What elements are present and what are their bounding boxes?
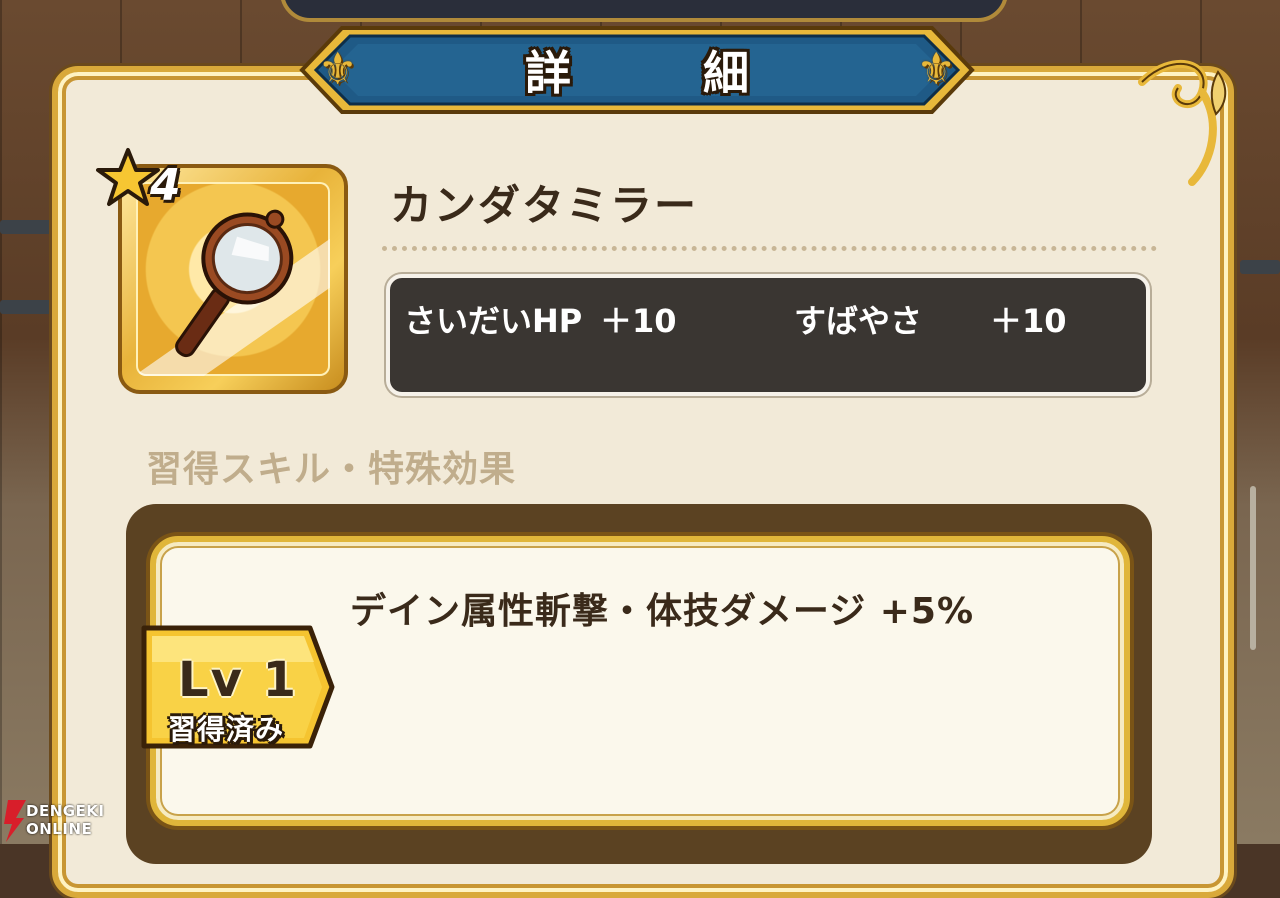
rarity-value: 4 — [150, 160, 181, 211]
divider — [382, 246, 1157, 251]
stats-box: さいだいHP ＋10 すばやさ ＋10 — [386, 274, 1150, 396]
skills-section-heading: 習得スキル・特殊効果 — [146, 449, 517, 490]
item-name: カンダタミラー — [390, 181, 699, 230]
watermark-line2: ONLINE — [26, 820, 93, 838]
skill-effect-text: デイン属性斬撃・体技ダメージ +5% — [350, 591, 975, 632]
fleur-de-lis-icon: ⚜ — [318, 44, 358, 95]
watermark-line1: DENGEKI — [26, 802, 105, 820]
stat-label: すばやさ — [794, 302, 923, 340]
hand-mirror-icon — [175, 209, 294, 358]
background-weapon-rack — [0, 300, 60, 314]
skill-status: 習得済み — [168, 713, 285, 746]
background-weapon-rack — [0, 220, 60, 234]
skill-level: Lv 1 — [178, 652, 298, 708]
page-title: 詳 細 — [524, 46, 807, 100]
stat-value: ＋10 — [600, 302, 677, 340]
title-banner: ⚜ 詳 細 ⚜ — [272, 18, 1002, 122]
scrollbar[interactable] — [1250, 486, 1256, 650]
background-weapon-rack — [1240, 260, 1280, 274]
fleur-de-lis-icon: ⚜ — [916, 44, 956, 95]
corner-ornament-icon — [1138, 60, 1227, 186]
stat-label: さいだいHP — [404, 302, 583, 340]
stat-value: ＋10 — [990, 302, 1067, 340]
item-icon-background — [136, 182, 330, 376]
